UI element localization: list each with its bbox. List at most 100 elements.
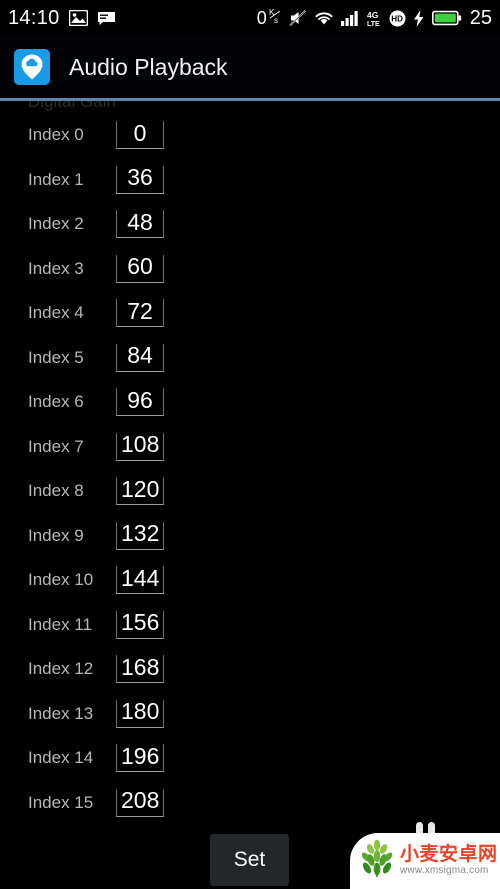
index-value-text: 0 — [133, 119, 147, 146]
wheat-logo-icon — [358, 839, 396, 884]
index-value-input[interactable]: 0 — [116, 119, 164, 150]
app-bar: Audio Playback — [0, 36, 500, 98]
index-row-label: Index 6 — [28, 392, 84, 412]
index-value-text: 132 — [121, 520, 160, 547]
index-row-label: Index 4 — [28, 303, 84, 323]
index-value-text: 72 — [127, 297, 153, 324]
status-clock: 14:10 — [8, 6, 60, 29]
index-row: Index 1 36 — [0, 158, 500, 203]
index-value-text: 108 — [121, 431, 160, 458]
index-value-input[interactable]: 120 — [116, 475, 165, 506]
watermark-dot — [427, 822, 435, 833]
index-value-input[interactable]: 60 — [116, 253, 164, 283]
index-value-text: 84 — [127, 342, 153, 369]
index-value-input[interactable]: 132 — [116, 520, 165, 550]
network-speed-value: 0 — [256, 8, 267, 28]
index-value-input[interactable]: 168 — [116, 653, 165, 684]
hd-icon: HD — [389, 10, 406, 27]
index-row: Index 4 72 — [0, 291, 500, 336]
index-value-text: 180 — [121, 698, 160, 725]
index-value-text: 120 — [121, 475, 160, 502]
index-row-label: Index 11 — [28, 614, 92, 634]
index-value-input[interactable]: 108 — [116, 431, 165, 461]
index-row-list: Index 0 0 Index 1 36 Index 2 48 Index 3 60 Index… — [0, 101, 500, 825]
charging-bolt-icon — [413, 9, 425, 27]
cloud-pin-icon — [14, 49, 50, 85]
status-bar: 14:10 0 K s 4G LTE HD 25 — [0, 0, 500, 36]
index-row: Index 9 132 — [0, 514, 500, 559]
network-speed-indicator: 0 K s — [257, 7, 282, 29]
index-value-text: 208 — [121, 787, 160, 814]
index-row: Index 3 60 — [0, 247, 500, 292]
svg-text:4G: 4G — [367, 10, 379, 20]
4g-lte-icon: 4G LTE — [367, 10, 382, 27]
svg-text:LTE: LTE — [367, 21, 380, 27]
index-row: Index 13 180 — [0, 692, 500, 737]
index-row-label: Index 5 — [28, 347, 84, 367]
index-row-label: Index 13 — [28, 703, 94, 723]
index-value-input[interactable]: 96 — [116, 386, 164, 417]
status-bar-left: 14:10 — [8, 7, 116, 30]
index-row: Index 0 0 — [0, 113, 500, 158]
set-button[interactable]: Set — [210, 834, 289, 886]
index-row-label: Index 12 — [28, 659, 94, 679]
index-value-text: 48 — [127, 208, 153, 235]
message-icon — [97, 11, 116, 26]
index-value-text: 156 — [121, 609, 160, 636]
index-value-input[interactable]: 196 — [116, 742, 165, 773]
index-row: Index 14 196 — [0, 736, 500, 781]
index-value-input[interactable]: 180 — [116, 698, 165, 728]
index-value-text: 96 — [127, 386, 153, 413]
index-row: Index 8 120 — [0, 469, 500, 514]
index-value-input[interactable]: 156 — [116, 609, 165, 639]
index-row: Index 12 168 — [0, 647, 500, 692]
battery-icon — [431, 10, 462, 26]
index-value-input[interactable]: 144 — [116, 564, 165, 595]
index-row: Index 10 144 — [0, 558, 500, 603]
index-row: Index 2 48 — [0, 202, 500, 247]
watermark-site-name: 小麦安卓网 — [400, 842, 498, 865]
index-value-text: 196 — [121, 742, 160, 769]
index-value-text: 168 — [121, 653, 160, 680]
index-row-label: Index 7 — [28, 436, 84, 456]
svg-text:s: s — [274, 16, 278, 24]
index-row-label: Index 2 — [28, 214, 84, 234]
index-value-input[interactable]: 48 — [116, 208, 164, 239]
index-value-text: 144 — [121, 564, 160, 591]
wifi-icon — [314, 10, 334, 26]
watermark-dot — [415, 822, 423, 833]
index-value-input[interactable]: 72 — [116, 297, 164, 328]
battery-percent: 25 — [469, 6, 492, 29]
network-speed-unit: K s — [269, 7, 282, 24]
index-value-input[interactable]: 84 — [116, 342, 164, 372]
index-row: Index 11 156 — [0, 603, 500, 648]
index-row-label: Index 0 — [28, 125, 84, 145]
index-value-input[interactable]: 208 — [116, 787, 165, 817]
index-row: Index 7 108 — [0, 425, 500, 470]
index-row-label: Index 9 — [28, 525, 84, 545]
signal-bars-icon — [340, 10, 360, 26]
status-bar-right: 0 K s 4G LTE HD 25 — [257, 7, 492, 30]
index-value-text: 60 — [127, 253, 153, 280]
svg-text:HD: HD — [391, 14, 403, 23]
section-title: Digital Gain — [28, 101, 116, 111]
footer-bar: Set 小麦安卓网 www.xmsigma.com — [0, 821, 500, 889]
index-row: Index 6 96 — [0, 380, 500, 425]
watermark-dots — [350, 819, 500, 833]
index-row-label: Index 1 — [28, 169, 84, 189]
index-value-text: 36 — [127, 164, 153, 191]
index-row-label: Index 14 — [28, 748, 94, 768]
watermark-site-url: www.xmsigma.com — [400, 865, 489, 877]
photo-icon — [68, 10, 88, 26]
index-row: Index 5 84 — [0, 336, 500, 381]
index-row: Index 15 208 — [0, 781, 500, 826]
mute-icon — [289, 9, 307, 27]
gain-list-panel: Digital Gain Index 0 0 Index 1 36 Index 2 48 I… — [0, 101, 500, 889]
index-value-input[interactable]: 36 — [116, 164, 164, 194]
site-watermark: 小麦安卓网 www.xmsigma.com — [350, 833, 500, 889]
page-title: Audio Playback — [69, 53, 228, 80]
watermark-text: 小麦安卓网 www.xmsigma.com — [400, 842, 498, 878]
index-row-label: Index 8 — [28, 481, 84, 501]
index-row-label: Index 15 — [28, 792, 94, 812]
index-row-label: Index 3 — [28, 258, 84, 278]
